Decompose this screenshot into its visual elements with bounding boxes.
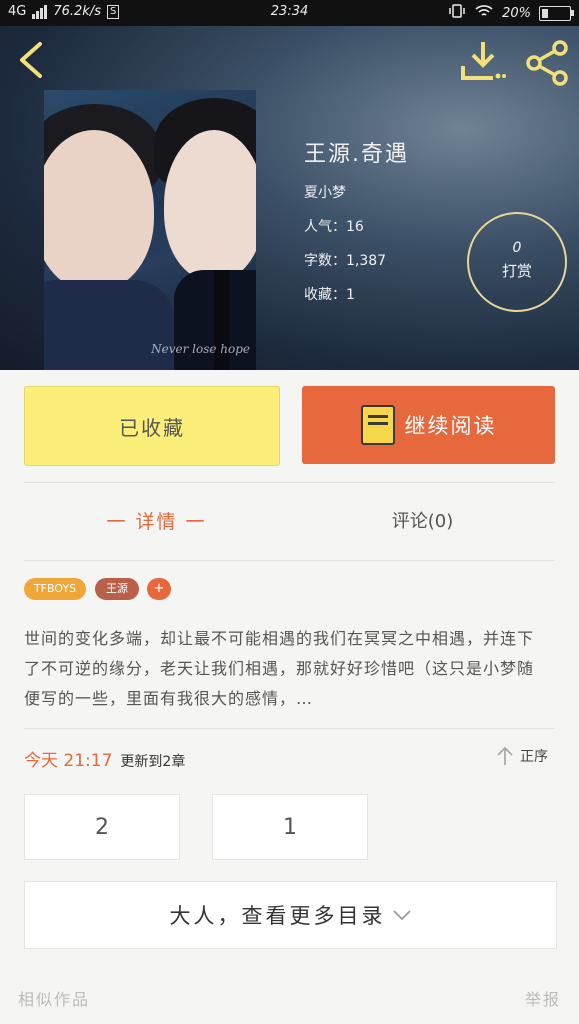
divider <box>24 560 555 561</box>
chapter-item[interactable]: 2 <box>24 794 180 860</box>
chevron-down-icon <box>392 910 411 921</box>
report-link[interactable]: 举报 <box>525 986 561 1010</box>
book-author[interactable]: 夏小梦 <box>304 182 409 202</box>
update-text: 更新到2章 <box>120 754 186 770</box>
chapter-item[interactable]: 1 <box>212 794 368 860</box>
book-cover[interactable]: Never lose hope <box>44 90 256 370</box>
book-meta: 王源.奇遇 夏小梦 人气：16 字数：1,387 收藏：1 <box>304 136 409 318</box>
book-word-count: 字数：1,387 <box>304 253 387 269</box>
chevron-left-icon <box>20 42 42 78</box>
sort-order-button[interactable]: 正序 <box>496 746 548 766</box>
status-bar: 4G 76.2k/s S 23:34 20% ⚡ <box>0 0 579 26</box>
tag-wangyuan[interactable]: 王源 <box>95 578 139 600</box>
continue-reading-button[interactable]: 继续阅读 <box>302 386 555 464</box>
download-button[interactable] <box>460 40 506 82</box>
update-time: 今天 21:17 <box>24 751 113 771</box>
book-popularity: 人气：16 <box>304 219 364 235</box>
wifi-icon <box>474 4 494 22</box>
more-catalog-label: 大人，查看更多目录 <box>169 904 386 928</box>
book-icon <box>360 405 395 445</box>
battery-icon: ⚡ <box>539 5 574 21</box>
reward-button[interactable]: 0 打赏 <box>467 212 567 312</box>
more-catalog-button[interactable]: 大人，查看更多目录 <box>24 881 557 949</box>
tab-detail[interactable]: 一 详情 一 <box>24 494 289 550</box>
arrow-up-icon <box>497 746 513 765</box>
download-icon <box>461 42 506 80</box>
continue-reading-label: 继续阅读 <box>404 414 497 438</box>
add-tag-button[interactable]: + <box>147 578 171 600</box>
book-header: Never lose hope 王源.奇遇 夏小梦 人气：16 字数：1,387… <box>0 26 579 370</box>
divider <box>24 482 555 483</box>
book-title: 王源.奇遇 <box>304 142 409 167</box>
cover-caption: Never lose hope <box>151 342 250 356</box>
share-button[interactable] <box>524 40 570 86</box>
divider <box>24 728 555 729</box>
reward-count: 0 <box>512 240 522 256</box>
reward-label: 打赏 <box>501 262 532 280</box>
back-button[interactable] <box>14 40 48 80</box>
book-description[interactable]: 世间的变化多端，却让最不可能相遇的我们在冥冥之中相遇，并连下了不可逆的缘分，老天… <box>24 624 534 714</box>
tab-comments[interactable]: 评论(0) <box>290 494 555 550</box>
book-favorites: 收藏：1 <box>304 287 355 303</box>
vibrate-icon <box>448 4 466 22</box>
battery-percent: 20% <box>502 5 531 21</box>
tag-tfboys[interactable]: TFBOYS <box>24 578 86 600</box>
favorited-button[interactable]: 已收藏 <box>24 386 280 466</box>
update-info: 今天 21:17 更新到2章 <box>24 746 185 771</box>
similar-works-label: 相似作品 <box>18 990 91 1009</box>
share-icon <box>526 40 568 86</box>
sort-order-label: 正序 <box>520 749 548 765</box>
